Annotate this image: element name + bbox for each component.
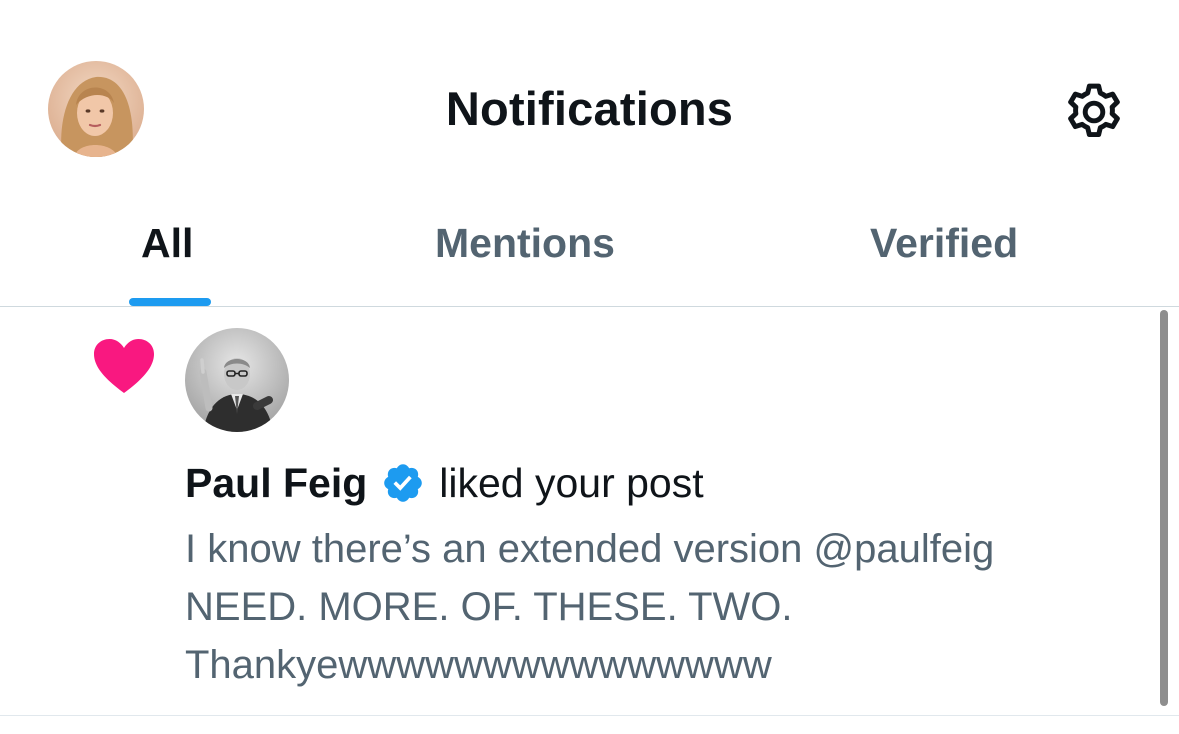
page-title: Notifications bbox=[445, 82, 734, 135]
notification-tabs: All Mentions Verified bbox=[0, 190, 1179, 307]
tab-verified[interactable]: Verified bbox=[830, 190, 1080, 306]
user-name[interactable]: Paul Feig bbox=[185, 458, 367, 508]
tab-mentions[interactable]: Mentions bbox=[390, 190, 680, 306]
verified-badge-icon bbox=[381, 461, 425, 505]
tab-mentions-label: Mentions bbox=[435, 220, 615, 266]
post-line: Thankyewwwwwwwwwwwwwww bbox=[185, 643, 772, 687]
notification-headline: Paul Feig liked your post bbox=[185, 458, 704, 508]
scrollbar[interactable] bbox=[1160, 310, 1168, 706]
post-preview: I know there’s an extended version @paul… bbox=[185, 520, 1145, 694]
heart-icon bbox=[92, 337, 156, 395]
notification-action: liked your post bbox=[439, 460, 704, 506]
tab-all-label: All bbox=[141, 220, 194, 266]
gear-icon bbox=[1068, 83, 1120, 138]
post-line: I know there’s an extended version @paul… bbox=[185, 527, 995, 571]
top-bar: Notifications bbox=[0, 0, 1179, 190]
post-line: NEED. MORE. OF. THESE. TWO. bbox=[185, 585, 793, 629]
settings-button[interactable] bbox=[1058, 76, 1130, 148]
tab-verified-label: Verified bbox=[870, 220, 1019, 266]
tab-all[interactable]: All bbox=[100, 190, 240, 306]
user-photo bbox=[185, 328, 289, 432]
user-avatar[interactable] bbox=[185, 328, 289, 432]
active-tab-indicator bbox=[129, 298, 211, 306]
